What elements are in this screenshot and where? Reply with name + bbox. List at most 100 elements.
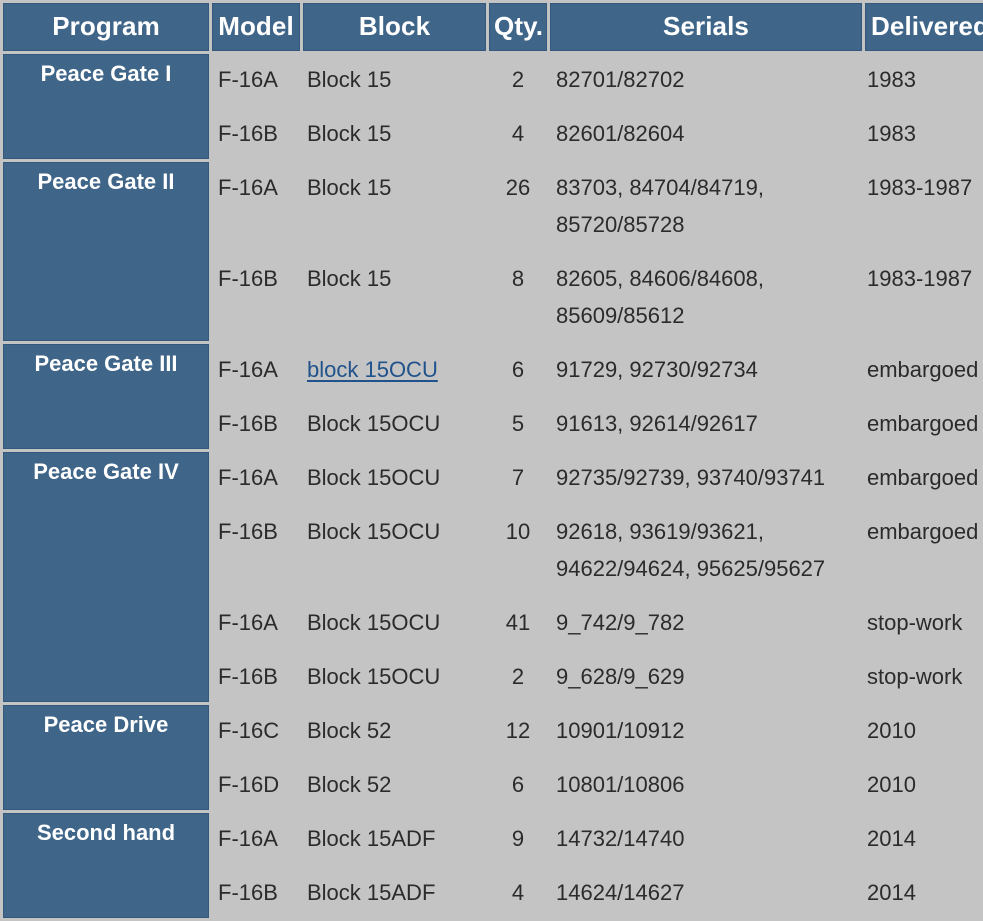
qty-cell: 6 <box>489 344 547 395</box>
model-cell: F-16A <box>212 54 300 105</box>
column-header-block: Block <box>303 3 486 51</box>
model-cell: F-16B <box>212 253 300 341</box>
model-cell: F-16A <box>212 162 300 250</box>
table-header-row: Program Model Block Qty. Serials Deliver… <box>3 3 983 51</box>
serials-line: 82605, 84606/84608, <box>556 266 764 291</box>
serials-line: 91613, 92614/92617 <box>556 411 758 436</box>
qty-cell: 9 <box>489 813 547 864</box>
table-body: Peace Gate I F-16A Block 15 2 82701/82702 198… <box>3 54 983 918</box>
delivered-cell: stop-work <box>865 651 983 702</box>
block-cell[interactable]: block 15OCU <box>303 344 486 395</box>
block-cell: Block 52 <box>303 705 486 756</box>
delivered-cell: stop-work <box>865 597 983 648</box>
serials-cell: 82605, 84606/84608, 85609/85612 <box>550 253 862 341</box>
model-cell: F-16C <box>212 705 300 756</box>
serials-line: 94622/94624, 95625/95627 <box>556 556 826 581</box>
qty-cell: 8 <box>489 253 547 341</box>
table-row: Second hand F-16A Block 15ADF 9 14732/14740 2… <box>3 813 983 918</box>
model-cell: F-16B <box>212 108 300 159</box>
program-cell: Peace Gate I <box>3 54 209 159</box>
block-link[interactable]: block 15OCU <box>307 357 438 382</box>
table-header: Program Model Block Qty. Serials Deliver… <box>3 3 983 51</box>
delivered-cell: embargoed <box>865 398 983 449</box>
column-header-qty: Qty. <box>489 3 547 51</box>
block-cell: Block 15ADF <box>303 813 486 864</box>
delivered-cell: 1983 <box>865 108 983 159</box>
serials-cell: 92618, 93619/93621, 94622/94624, 95625/95… <box>550 506 862 594</box>
serials-line: 85609/85612 <box>556 303 685 328</box>
model-cell: F-16A <box>212 597 300 648</box>
serials-line: 92735/92739, 93740/93741 <box>556 465 826 490</box>
delivered-cell: 2010 <box>865 705 983 756</box>
qty-cell: 5 <box>489 398 547 449</box>
model-cell: F-16B <box>212 506 300 594</box>
qty-cell: 26 <box>489 162 547 250</box>
serials-line: 92618, 93619/93621, <box>556 519 764 544</box>
table-row: Peace Drive F-16C Block 52 12 10901/10912 201… <box>3 705 983 810</box>
block-cell: Block 15 <box>303 54 486 105</box>
model-cell: F-16A <box>212 452 300 503</box>
serials-cell: 9_628/9_629 <box>550 651 862 702</box>
block-cell: Block 15 <box>303 162 486 250</box>
serials-cell: 10801/10806 <box>550 759 862 810</box>
column-header-delivered: Delivered <box>865 3 983 51</box>
program-cell: Second hand <box>3 813 209 918</box>
serials-cell: 9_742/9_782 <box>550 597 862 648</box>
table-row: Peace Gate I F-16A Block 15 2 82701/82702 198… <box>3 54 983 159</box>
qty-cell: 10 <box>489 506 547 594</box>
program-cell: Peace Gate III <box>3 344 209 449</box>
page-root: Program Model Block Qty. Serials Deliver… <box>0 0 983 921</box>
model-cell: F-16A <box>212 344 300 395</box>
serials-cell: 83703, 84704/84719, 85720/85728 <box>550 162 862 250</box>
delivered-cell: 1983 <box>865 54 983 105</box>
block-cell: Block 15ADF <box>303 867 486 918</box>
serials-line: 9_628/9_629 <box>556 664 685 689</box>
delivered-cell: 2014 <box>865 867 983 918</box>
serials-line: 10901/10912 <box>556 718 685 743</box>
serials-cell: 91613, 92614/92617 <box>550 398 862 449</box>
serials-line: 82601/82604 <box>556 121 685 146</box>
serials-cell: 92735/92739, 93740/93741 <box>550 452 862 503</box>
table-row: Peace Gate III F-16A block 15OCU 6 91729, 92… <box>3 344 983 449</box>
block-cell: Block 52 <box>303 759 486 810</box>
block-cell: Block 15 <box>303 253 486 341</box>
table-row: Peace Gate II F-16A Block 15 26 83703, 84704… <box>3 162 983 341</box>
block-cell: Block 15OCU <box>303 651 486 702</box>
program-cell: Peace Gate II <box>3 162 209 341</box>
delivered-cell: embargoed <box>865 452 983 503</box>
block-cell: Block 15OCU <box>303 506 486 594</box>
program-cell: Peace Drive <box>3 705 209 810</box>
qty-cell: 2 <box>489 651 547 702</box>
serials-line: 83703, 84704/84719, <box>556 175 764 200</box>
delivered-cell: 1983-1987 <box>865 253 983 341</box>
serials-line: 85720/85728 <box>556 212 685 237</box>
model-cell: F-16A <box>212 813 300 864</box>
serials-line: 91729, 92730/92734 <box>556 357 758 382</box>
qty-cell: 4 <box>489 108 547 159</box>
serials-line: 14624/14627 <box>556 880 685 905</box>
serials-cell: 14732/14740 <box>550 813 862 864</box>
qty-cell: 6 <box>489 759 547 810</box>
serials-line: 14732/14740 <box>556 826 685 851</box>
column-header-model: Model <box>212 3 300 51</box>
delivered-cell: embargoed <box>865 506 983 594</box>
serials-line: 82701/82702 <box>556 67 685 92</box>
qty-cell: 41 <box>489 597 547 648</box>
model-cell: F-16B <box>212 867 300 918</box>
model-cell: F-16B <box>212 398 300 449</box>
serials-cell: 10901/10912 <box>550 705 862 756</box>
delivered-cell: embargoed <box>865 344 983 395</box>
f16-program-table: Program Model Block Qty. Serials Deliver… <box>0 0 983 921</box>
block-cell: Block 15 <box>303 108 486 159</box>
delivered-cell: 2014 <box>865 813 983 864</box>
qty-cell: 4 <box>489 867 547 918</box>
serials-cell: 14624/14627 <box>550 867 862 918</box>
serials-cell: 91729, 92730/92734 <box>550 344 862 395</box>
program-cell: Peace Gate IV <box>3 452 209 702</box>
serials-cell: 82601/82604 <box>550 108 862 159</box>
block-cell: Block 15OCU <box>303 597 486 648</box>
table-row: Peace Gate IV F-16A Block 15OCU 7 92735/9273… <box>3 452 983 702</box>
qty-cell: 7 <box>489 452 547 503</box>
delivered-cell: 1983-1987 <box>865 162 983 250</box>
serials-line: 10801/10806 <box>556 772 685 797</box>
